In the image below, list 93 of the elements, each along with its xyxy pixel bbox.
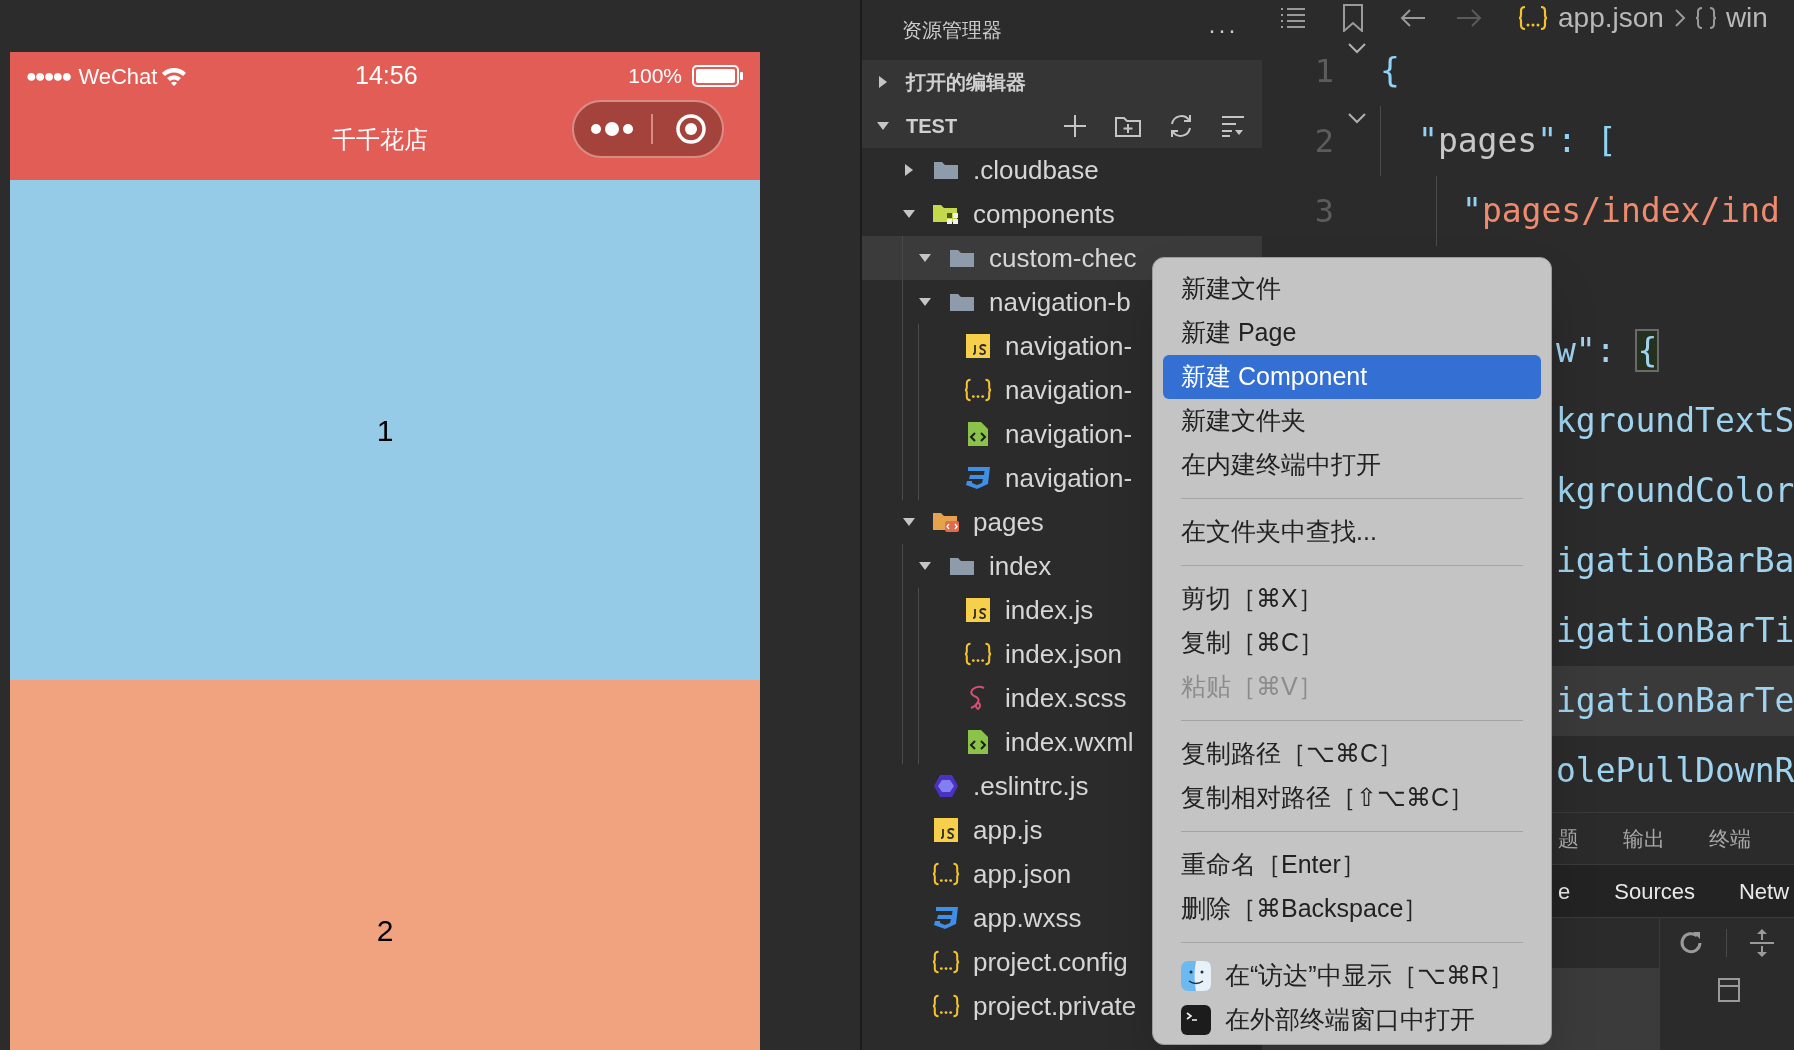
menu-item[interactable]: 在外部终端窗口中打开 bbox=[1163, 998, 1541, 1042]
reload-icon[interactable] bbox=[1678, 930, 1704, 956]
panel-tab[interactable]: 题 bbox=[1558, 822, 1579, 855]
capsule-button[interactable] bbox=[572, 100, 724, 158]
css-file-icon bbox=[933, 906, 959, 930]
devtools-tab[interactable]: Sources bbox=[1614, 874, 1695, 908]
code-line: kgroundColor bbox=[1556, 470, 1794, 513]
chevron-icon[interactable] bbox=[918, 253, 932, 263]
menu-item[interactable]: 复制路径［⌥⌘C］ bbox=[1163, 732, 1541, 776]
menu-item[interactable]: 在“访达”中显示［⌥⌘R］ bbox=[1163, 954, 1541, 998]
folder-icon bbox=[932, 511, 960, 533]
folder-icon bbox=[949, 556, 975, 576]
js-file-icon bbox=[934, 818, 958, 842]
menu-item[interactable]: 剪切［⌘X］ bbox=[1163, 577, 1541, 621]
fold-chevron-icon[interactable] bbox=[1347, 42, 1367, 54]
code-line: igationBarBa bbox=[1556, 540, 1794, 583]
braces-icon bbox=[932, 993, 960, 1019]
more-button[interactable]: ··· bbox=[1208, 12, 1238, 48]
clock-time: 14:56 bbox=[355, 60, 418, 92]
section-header[interactable]: 打开的编辑器 bbox=[862, 60, 1262, 104]
refresh-icon[interactable] bbox=[1168, 113, 1194, 139]
expand-icon[interactable] bbox=[1749, 928, 1775, 958]
braces-icon bbox=[964, 641, 992, 667]
breadcrumb-file[interactable]: app.json bbox=[1558, 0, 1664, 39]
section-header[interactable]: TEST bbox=[862, 104, 1262, 148]
menu-item[interactable]: 复制［⌘C］ bbox=[1163, 621, 1541, 665]
menu-item[interactable]: 删除［⌘Backspace］ bbox=[1163, 887, 1541, 931]
breadcrumb-symbol[interactable]: win bbox=[1725, 0, 1768, 39]
braces-icon bbox=[964, 377, 992, 403]
new-folder-icon[interactable] bbox=[1114, 114, 1142, 138]
code-file-icon bbox=[967, 729, 989, 755]
panel-tab[interactable]: 输出 bbox=[1623, 822, 1665, 855]
folder-icon bbox=[949, 292, 975, 312]
devtools-tab[interactable]: e bbox=[1558, 874, 1571, 908]
folder-icon bbox=[932, 203, 960, 225]
bookmark-icon[interactable] bbox=[1342, 4, 1364, 32]
back-arrow-icon[interactable] bbox=[1400, 8, 1426, 28]
folder-icon bbox=[933, 160, 959, 180]
code-file-icon bbox=[967, 421, 989, 447]
braces-icon bbox=[932, 949, 960, 975]
page-title: 千千花店 bbox=[332, 125, 428, 155]
chevron-icon[interactable] bbox=[902, 209, 916, 219]
terminal-icon bbox=[1181, 1005, 1211, 1035]
menu-item[interactable]: 在内建终端中打开 bbox=[1163, 443, 1541, 487]
chevron-icon[interactable] bbox=[878, 75, 888, 89]
code-line: igationBarTi bbox=[1556, 610, 1794, 653]
menu-item[interactable]: 新建 Component bbox=[1163, 355, 1541, 399]
signal-dots: ●●●●● bbox=[26, 64, 71, 88]
js-file-icon bbox=[966, 598, 990, 622]
dock-icon[interactable] bbox=[1718, 978, 1740, 1002]
menu-item[interactable]: 新建文件夹 bbox=[1163, 399, 1541, 443]
menu-item[interactable]: 重命名［Enter］ bbox=[1163, 843, 1541, 887]
wifi-icon bbox=[161, 66, 188, 86]
code-line: igationBarTe bbox=[1556, 680, 1794, 723]
code-line: { bbox=[1380, 50, 1400, 93]
carrier-name: WeChat bbox=[78, 62, 158, 91]
braces-icon bbox=[932, 861, 960, 887]
battery-percent: 100% bbox=[628, 63, 682, 90]
chevron-icon[interactable] bbox=[904, 163, 914, 177]
code-line: "pages": [ bbox=[1418, 120, 1617, 163]
chevron-right-icon bbox=[1673, 8, 1686, 28]
chevron-icon[interactable] bbox=[918, 297, 932, 307]
tree-item[interactable]: .cloudbase bbox=[862, 148, 1262, 192]
braces-icon bbox=[1693, 6, 1718, 30]
panel-tab[interactable]: 终端 bbox=[1709, 822, 1751, 855]
chevron-icon[interactable] bbox=[918, 561, 932, 571]
panel-title: 资源管理器 bbox=[902, 18, 1002, 43]
code-line: w": { bbox=[1556, 328, 1660, 375]
menu-item[interactable]: 在文件夹中查找... bbox=[1163, 510, 1541, 554]
smiling-face-app-icon bbox=[1181, 961, 1211, 991]
block-number: 2 bbox=[376, 912, 394, 949]
code-line: olePullDownR bbox=[1556, 750, 1794, 793]
folder-icon bbox=[949, 248, 975, 268]
code-line: kgroundTextS bbox=[1556, 400, 1794, 443]
chevron-icon[interactable] bbox=[876, 121, 890, 131]
close-icon[interactable] bbox=[675, 113, 707, 145]
menu-item[interactable]: 新建 Page bbox=[1163, 311, 1541, 355]
devtools-tab[interactable]: Netw bbox=[1738, 874, 1790, 908]
block-number: 1 bbox=[376, 412, 394, 449]
chevron-icon[interactable] bbox=[902, 517, 916, 527]
collapse-all-icon[interactable] bbox=[1220, 114, 1246, 138]
css-file-icon bbox=[965, 466, 991, 490]
menu-item[interactable]: 复制相对路径［⇧⌥⌘C］ bbox=[1163, 776, 1541, 820]
hexagon-icon bbox=[933, 773, 959, 799]
fold-chevron-icon[interactable] bbox=[1347, 112, 1367, 124]
code-line: "pages/index/ind bbox=[1462, 190, 1780, 233]
js-file-icon bbox=[966, 334, 990, 358]
tree-item[interactable]: components bbox=[862, 192, 1262, 236]
more-icon[interactable] bbox=[590, 122, 634, 136]
plus-icon[interactable] bbox=[1062, 113, 1088, 139]
outline-icon[interactable] bbox=[1280, 7, 1306, 29]
battery-icon bbox=[692, 65, 744, 87]
braces-icon bbox=[1518, 5, 1548, 31]
